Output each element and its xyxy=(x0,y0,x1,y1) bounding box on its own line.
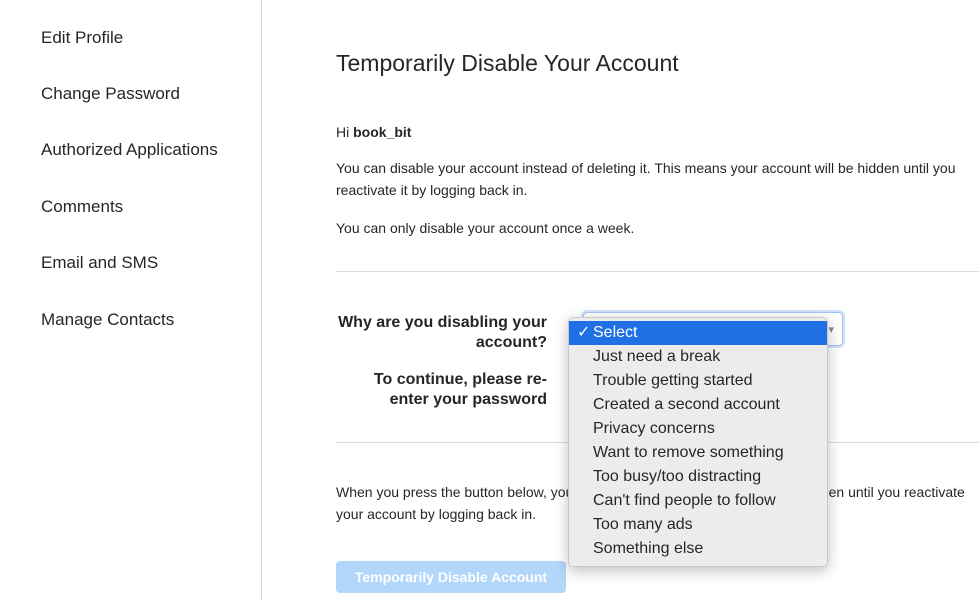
sidebar-item-manage-contacts[interactable]: Manage Contacts xyxy=(41,310,174,330)
checkmark-icon: ✓ xyxy=(577,324,591,341)
dropdown-option-too-many-ads[interactable]: Too many ads xyxy=(569,513,827,537)
dropdown-option-just-need-a-break[interactable]: Just need a break xyxy=(569,345,827,369)
page-title: Temporarily Disable Your Account xyxy=(336,50,679,76)
dropdown-option-privacy-concerns[interactable]: Privacy concerns xyxy=(569,417,827,441)
sidebar-item-authorized-applications[interactable]: Authorized Applications xyxy=(41,140,218,160)
dropdown-option-want-to-remove-something[interactable]: Want to remove something xyxy=(569,441,827,465)
temporarily-disable-account-button[interactable]: Temporarily Disable Account xyxy=(336,561,566,593)
settings-sidebar: Edit Profile Change Password Authorized … xyxy=(0,0,262,600)
dropdown-option-too-busy[interactable]: Too busy/too distracting xyxy=(569,465,827,489)
dropdown-option-cant-find-people[interactable]: Can't find people to follow xyxy=(569,489,827,513)
sidebar-item-comments[interactable]: Comments xyxy=(41,197,123,217)
reason-label: Why are you disabling your account? xyxy=(338,314,547,351)
reason-dropdown-menu: ✓ Select Just need a break Trouble gettin… xyxy=(568,317,828,567)
chevron-down-icon: ▾ xyxy=(828,324,834,336)
username: book_bit xyxy=(353,124,412,140)
password-label: To continue, please re-enter your passwo… xyxy=(373,371,547,408)
divider xyxy=(336,271,979,272)
dropdown-option-trouble-getting-started[interactable]: Trouble getting started xyxy=(569,369,827,393)
disable-explanation: You can disable your account instead of … xyxy=(336,160,956,198)
greeting: Hi book_bit xyxy=(336,124,411,140)
dropdown-option-select[interactable]: ✓ Select xyxy=(569,321,827,345)
sidebar-item-change-password[interactable]: Change Password xyxy=(41,84,180,104)
dropdown-option-created-second-account[interactable]: Created a second account xyxy=(569,393,827,417)
weekly-limit-note: You can only disable your account once a… xyxy=(336,220,635,236)
dropdown-option-something-else[interactable]: Something else xyxy=(569,537,827,561)
greeting-prefix: Hi xyxy=(336,124,354,140)
option-label: Select xyxy=(593,324,638,341)
sidebar-item-email-and-sms[interactable]: Email and SMS xyxy=(41,253,158,273)
sidebar-item-edit-profile[interactable]: Edit Profile xyxy=(41,28,123,48)
